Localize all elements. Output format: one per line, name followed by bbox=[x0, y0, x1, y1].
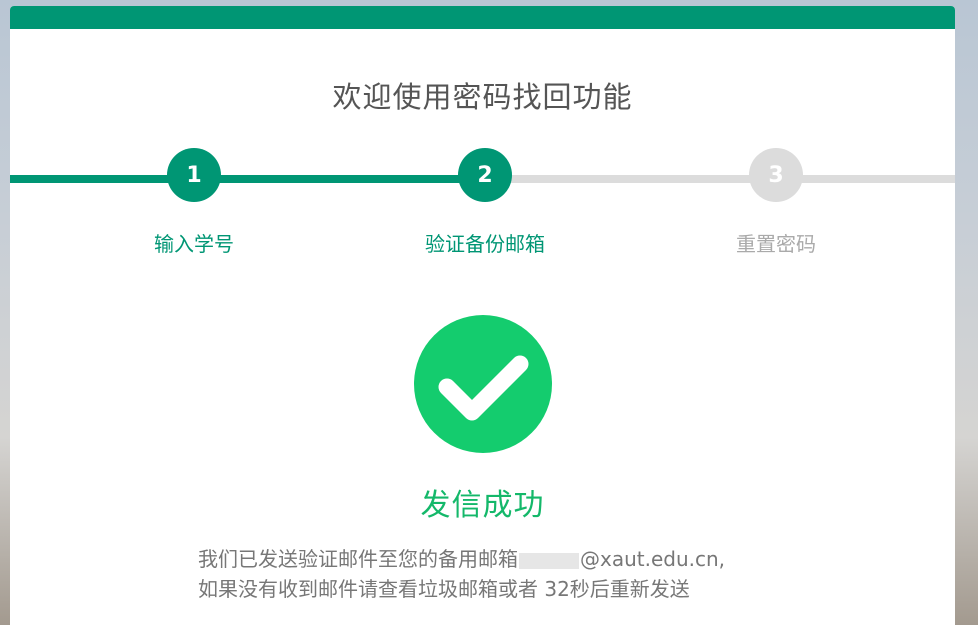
step-3-label: 重置密码 bbox=[736, 232, 816, 256]
step-3-circle: 3 bbox=[749, 148, 803, 202]
step-2-circle: 2 bbox=[458, 148, 512, 202]
check-circle-icon bbox=[414, 315, 552, 453]
step-1-label: 输入学号 bbox=[154, 232, 234, 256]
resend-countdown[interactable]: 32秒后重新发送 bbox=[544, 577, 689, 601]
result-message: 我们已发送验证邮件至您的备用邮箱 @xaut.edu.cn, 如果没有收到邮件请查… bbox=[198, 544, 838, 604]
step-enter-student-id: 1 输入学号 bbox=[114, 148, 274, 257]
email-domain: @xaut.edu.cn, bbox=[580, 547, 726, 571]
message-line-1: 我们已发送验证邮件至您的备用邮箱 @xaut.edu.cn, bbox=[198, 544, 838, 574]
success-title: 发信成功 bbox=[420, 488, 545, 523]
step-1-circle: 1 bbox=[167, 148, 221, 202]
message-line-1-text: 我们已发送验证邮件至您的备用邮箱 bbox=[198, 547, 518, 571]
password-recovery-card: 欢迎使用密码找回功能 1 输入学号 2 验证备份邮箱 3 重置密码 发信成功 我… bbox=[10, 6, 955, 625]
card-header-bar bbox=[10, 6, 955, 29]
step-verify-backup-email: 2 验证备份邮箱 bbox=[405, 148, 565, 257]
progress-stepper: 1 输入学号 2 验证备份邮箱 3 重置密码 bbox=[10, 148, 955, 268]
step-reset-password: 3 重置密码 bbox=[696, 148, 856, 257]
step-2-label: 验证备份邮箱 bbox=[425, 232, 545, 256]
message-line-2: 如果没有收到邮件请查看垃圾邮箱或者 32秒后重新发送 bbox=[198, 574, 838, 604]
page-title: 欢迎使用密码找回功能 bbox=[332, 80, 633, 114]
masked-email-local-part bbox=[519, 552, 579, 569]
message-line-2-text: 如果没有收到邮件请查看垃圾邮箱或者 bbox=[198, 577, 538, 601]
